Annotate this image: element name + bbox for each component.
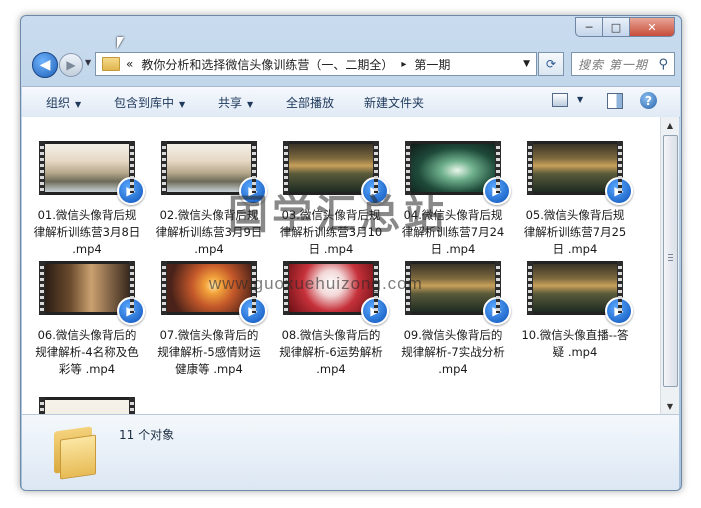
address-bar[interactable]: « 教你分析和选择微信头像训练营（一、二期全） ▸ 第一期 ▼ [95,52,537,76]
address-overflow[interactable]: « [126,57,133,71]
command-bar: 组织 ▼ 包含到库中 ▼ 共享 ▼ 全部播放 新建文件夹 ▼ ? [22,86,680,118]
file-name: 04.微信头像背后规律解析训练营7月24日 .mp4 [401,208,505,256]
explorer-window: ─ □ ✕ ◀ ▶ ▼ « 教你分析和选择微信头像训练营（一、二期全） ▸ 第一… [20,15,682,491]
search-icon[interactable]: ⚲ [658,57,668,72]
file-list[interactable]: ▶ 01.微信头像背后规律解析训练营3月8日 .mp4 ▶ 02.微信头像背后规律解析… [22,117,660,414]
video-thumbnail[interactable]: ▶ [161,261,267,325]
video-thumbnail[interactable]: ▶ [283,141,389,205]
video-thumbnail[interactable]: ▶ [405,261,511,325]
organize-button[interactable]: 组织 ▼ [46,94,81,111]
refresh-icon[interactable]: ⟳ [538,52,564,76]
details-pane: 11 个对象 [22,414,679,490]
caption-buttons: ─ □ ✕ [575,17,675,37]
video-thumbnail[interactable] [39,397,135,414]
search-input[interactable]: 搜索 第一期 ⚲ [571,52,675,76]
maximize-button[interactable]: □ [602,17,630,37]
file-name: 01.微信头像背后规律解析训练营3月8日 .mp4 [33,208,141,256]
search-placeholder: 搜索 第一期 [578,57,648,72]
file-name: 09.微信头像背后的规律解析-7实战分析 .mp4 [401,328,505,376]
view-dropdown[interactable]: ▼ [577,95,583,104]
file-name: 05.微信头像背后规律解析训练营7月25日 .mp4 [523,208,627,256]
play-badge-icon: ▶ [361,177,389,205]
file-item[interactable]: ▶ 08.微信头像背后的规律解析-6运势解析 .mp4 [276,261,389,378]
navigation-bar: ◀ ▶ ▼ « 教你分析和选择微信头像训练营（一、二期全） ▸ 第一期 ▼ ⟳ … [29,50,675,80]
file-item[interactable]: ▶ 07.微信头像背后的规律解析-5感情财运健康等 .mp4 [154,261,267,378]
play-badge-icon: ▶ [483,297,511,325]
close-button[interactable]: ✕ [629,17,675,37]
video-thumbnail[interactable]: ▶ [527,141,633,205]
file-name: 03.微信头像背后规律解析训练营3月10日 .mp4 [279,208,383,256]
file-item[interactable]: ▶ 10.微信头像直播--答疑 .mp4 [520,261,633,361]
include-in-library-button[interactable]: 包含到库中 ▼ [114,94,185,111]
vertical-scrollbar[interactable]: ▲ ▼ [660,117,679,414]
folder-icon [50,426,98,480]
play-all-button[interactable]: 全部播放 [286,94,334,111]
file-name: 07.微信头像背后的规律解析-5感情财运健康等 .mp4 [157,328,261,376]
play-badge-icon: ▶ [361,297,389,325]
forward-button[interactable]: ▶ [59,53,83,77]
mouse-cursor-icon [117,37,131,49]
file-item[interactable]: ▶ 04.微信头像背后规律解析训练营7月24日 .mp4 [398,141,511,258]
scroll-up-arrow[interactable]: ▲ [661,117,679,133]
file-item[interactable]: ▶ 03.微信头像背后规律解析训练营3月10日 .mp4 [276,141,389,258]
file-item[interactable]: ▶ 02.微信头像背后规律解析训练营3月9日 .mp4 [154,141,267,258]
video-thumbnail[interactable]: ▶ [527,261,633,325]
recent-pages-dropdown[interactable]: ▼ [85,58,91,67]
scroll-thumb[interactable] [663,135,678,387]
back-button[interactable]: ◀ [32,52,58,78]
video-thumbnail[interactable]: ▶ [161,141,267,205]
video-thumbnail[interactable]: ▶ [39,261,145,325]
item-count: 11 个对象 [119,428,175,442]
preview-pane-icon[interactable] [607,93,623,109]
file-name: 10.微信头像直播--答疑 .mp4 [521,328,629,359]
video-thumbnail[interactable]: ▶ [405,141,511,205]
chevron-down-icon: ▼ [75,100,82,109]
file-item[interactable]: ▶ 01.微信头像背后规律解析训练营3月8日 .mp4 [32,141,145,258]
address-segment-current[interactable]: 第一期 [414,56,450,73]
file-name: 02.微信头像背后规律解析训练营3月9日 .mp4 [155,208,263,256]
address-dropdown[interactable]: ▼ [523,59,530,69]
minimize-button[interactable]: ─ [575,17,603,37]
address-separator[interactable]: ▸ [401,59,406,70]
play-badge-icon: ▶ [239,297,267,325]
chevron-down-icon: ▼ [247,100,254,109]
file-item[interactable]: ▶ 05.微信头像背后规律解析训练营7月25日 .mp4 [520,141,633,258]
play-badge-icon: ▶ [605,177,633,205]
file-item[interactable]: ▶ 09.微信头像背后的规律解析-7实战分析 .mp4 [398,261,511,378]
play-badge-icon: ▶ [117,177,145,205]
file-name: 06.微信头像背后的规律解析-4名称及色彩等 .mp4 [35,328,139,376]
file-item[interactable]: ▶ 06.微信头像背后的规律解析-4名称及色彩等 .mp4 [32,261,145,378]
new-folder-button[interactable]: 新建文件夹 [364,94,424,111]
video-thumbnail[interactable]: ▶ [39,141,145,205]
video-thumbnail[interactable]: ▶ [283,261,389,325]
play-badge-icon: ▶ [483,177,511,205]
play-badge-icon: ▶ [239,177,267,205]
play-badge-icon: ▶ [117,297,145,325]
share-button[interactable]: 共享 ▼ [218,94,253,111]
scroll-down-arrow[interactable]: ▼ [661,398,679,414]
view-icon[interactable] [552,93,568,107]
help-icon[interactable]: ? [640,92,657,109]
address-segment-parent[interactable]: 教你分析和选择微信头像训练营（一、二期全） [141,56,393,73]
folder-icon [102,57,120,71]
file-item[interactable] [32,397,142,414]
play-badge-icon: ▶ [605,297,633,325]
chevron-down-icon: ▼ [179,100,186,109]
file-name: 08.微信头像背后的规律解析-6运势解析 .mp4 [279,328,383,376]
